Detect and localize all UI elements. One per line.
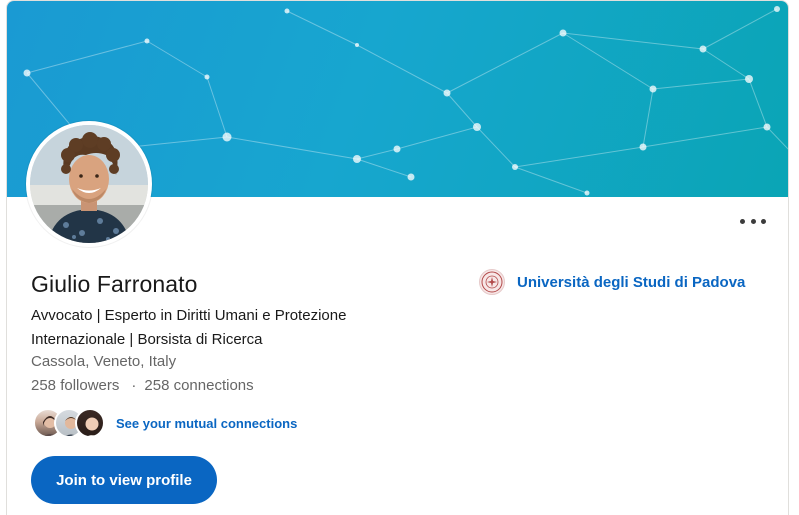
- avatar[interactable]: [30, 125, 148, 243]
- more-options-icon-dot: [750, 218, 756, 224]
- connections-count: 258 connections: [144, 377, 254, 394]
- university-seal-icon: [479, 269, 505, 295]
- profile-location: Cassola, Veneto, Italy: [31, 353, 177, 370]
- stats-separator: ·: [131, 377, 137, 394]
- profile-avatar-frame: [26, 121, 152, 247]
- university-name[interactable]: Università degli Studi di Padova: [517, 274, 745, 291]
- education-entry[interactable]: Università degli Studi di Padova: [479, 269, 745, 295]
- more-options-button[interactable]: [740, 212, 766, 230]
- profile-headline: Avvocato | Esperto in Diritti Umani e Pr…: [31, 307, 347, 348]
- more-options-icon-dot: [761, 218, 766, 224]
- profile-name: Giulio Farronato: [31, 271, 198, 297]
- profile-stats: 258 followers · 258 connections: [31, 377, 254, 394]
- mutual-connections-link[interactable]: See your mutual connections: [116, 416, 297, 431]
- profile-card: Giulio Farronato Avvocato | Esperto in D…: [6, 0, 789, 515]
- join-to-view-profile-button[interactable]: Join to view profile: [31, 456, 217, 504]
- mutual-connections: See your mutual connections: [33, 407, 297, 439]
- mutual-avatar: [75, 408, 105, 438]
- followers-count: 258 followers: [31, 377, 120, 394]
- more-options-icon: [740, 218, 745, 224]
